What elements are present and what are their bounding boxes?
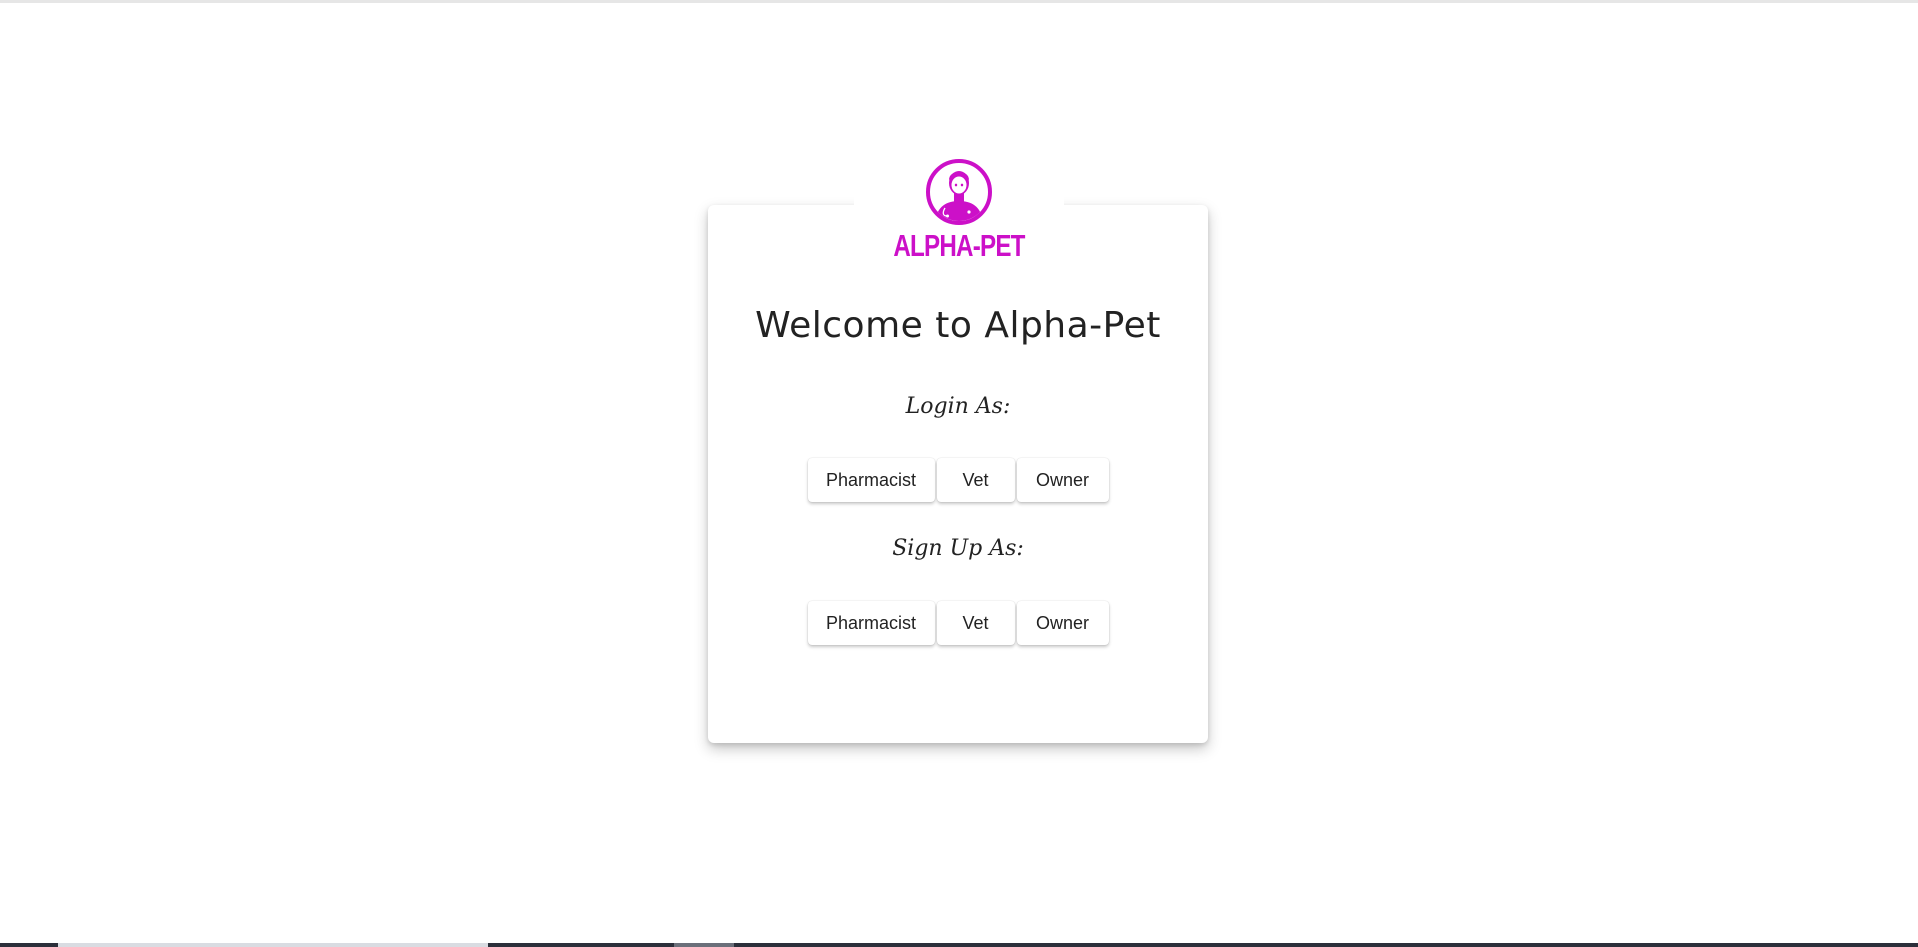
top-divider (0, 0, 1918, 3)
brand-name: ALPHA-PET (893, 228, 1025, 263)
page-title: Welcome to Alpha-Pet (755, 305, 1161, 346)
login-vet-button[interactable]: Vet (936, 458, 1015, 502)
login-pharmacist-button[interactable]: Pharmacist (807, 458, 935, 502)
signup-button-group: Pharmacist Vet Owner (708, 601, 1208, 645)
signup-label: Sign Up As: (892, 536, 1024, 561)
brand-logo: ALPHA-PET (854, 158, 1064, 264)
vet-avatar-icon (926, 159, 992, 225)
login-owner-button[interactable]: Owner (1016, 458, 1109, 502)
signup-owner-button[interactable]: Owner (1016, 601, 1109, 645)
signup-vet-button[interactable]: Vet (936, 601, 1015, 645)
login-button-group: Pharmacist Vet Owner (708, 458, 1208, 502)
taskbar-strip (0, 943, 1918, 947)
login-label: Login As: (905, 394, 1011, 419)
signup-pharmacist-button[interactable]: Pharmacist (807, 601, 935, 645)
